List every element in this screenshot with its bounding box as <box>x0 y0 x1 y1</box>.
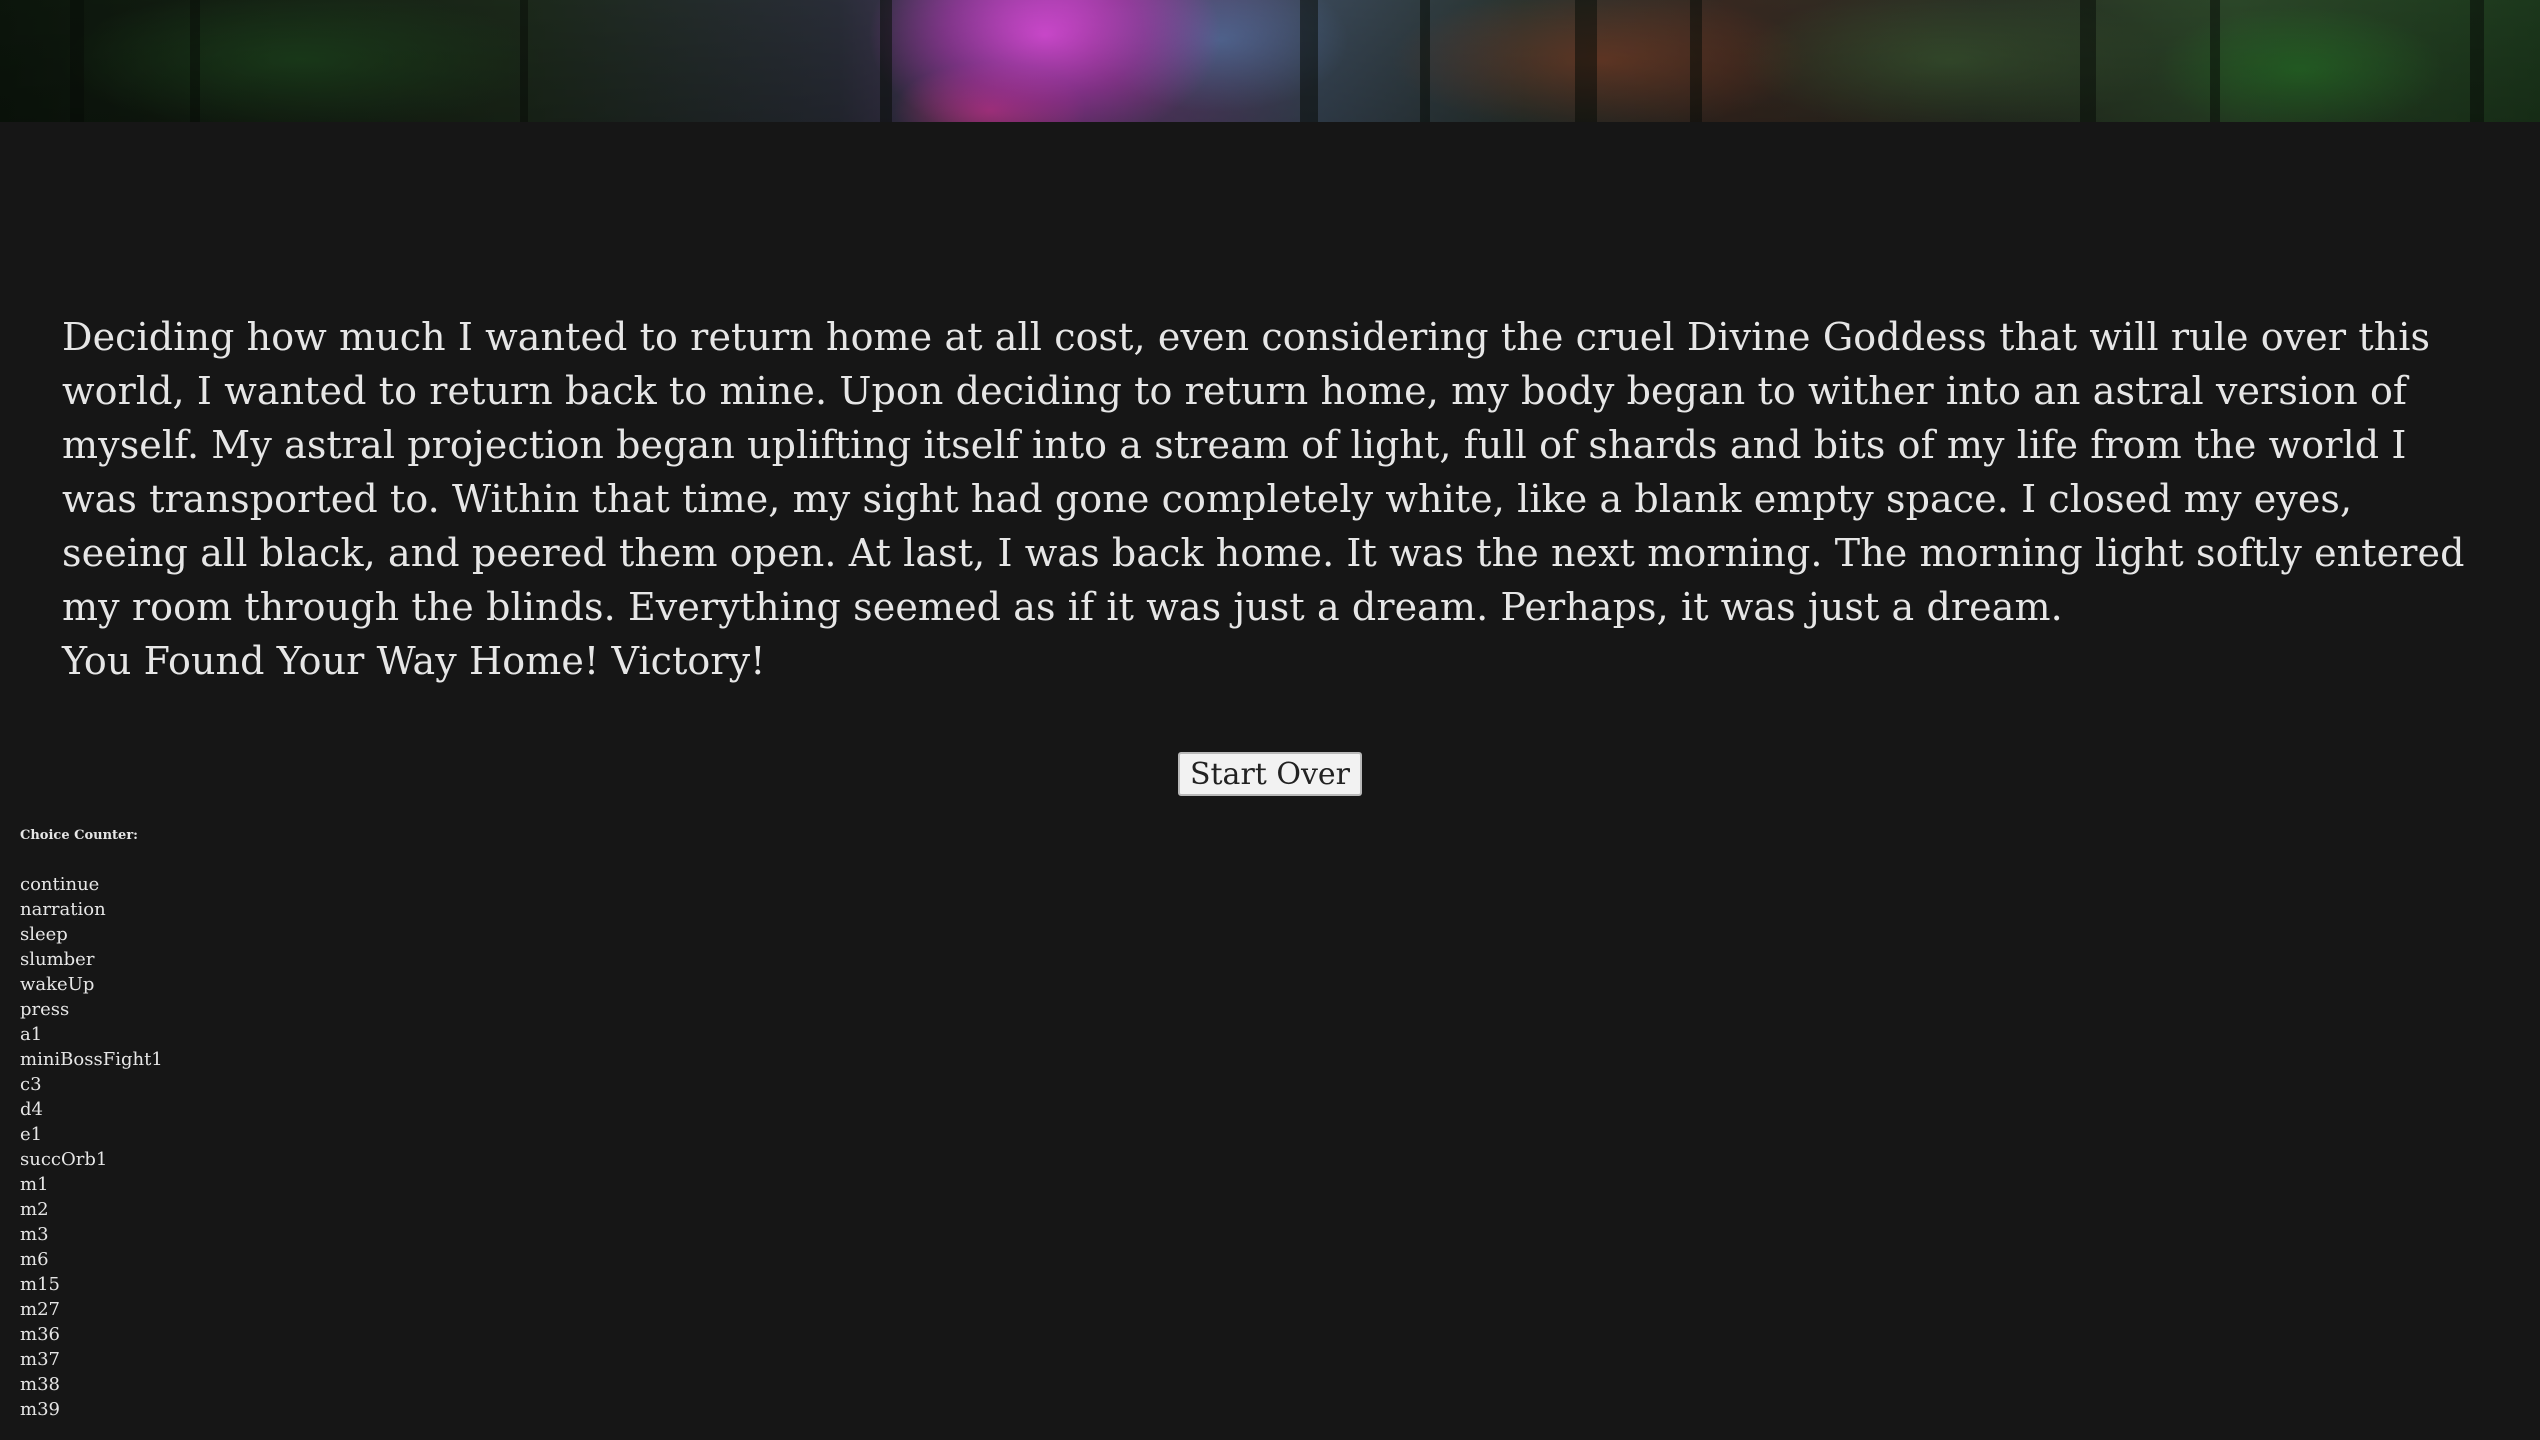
choice-item: m6 <box>20 1249 49 1270</box>
choice-item: e1 <box>20 1124 43 1145</box>
banner-image <box>0 0 2540 122</box>
choice-counter-list: continue narration sleep slumber wakeUp … <box>20 872 163 1422</box>
choice-counter-title: Choice Counter: <box>20 828 138 843</box>
choice-item: press <box>20 999 70 1020</box>
choice-item: slumber <box>20 949 95 970</box>
choice-item: c3 <box>20 1074 42 1095</box>
choice-item: miniBossFight1 <box>20 1049 163 1070</box>
choice-item: m36 <box>20 1324 60 1345</box>
choice-item: sleep <box>20 924 68 945</box>
story-paragraph: Deciding how much I wanted to return hom… <box>62 315 2465 629</box>
story-text: Deciding how much I wanted to return hom… <box>62 310 2482 688</box>
start-over-button[interactable]: Start Over <box>1177 752 1363 796</box>
choice-item: d4 <box>20 1099 43 1120</box>
choice-item: continue <box>20 874 100 895</box>
choice-item: wakeUp <box>20 974 95 995</box>
ending-message: You Found Your Way Home! Victory! <box>62 639 766 683</box>
choice-item: m39 <box>20 1399 60 1420</box>
choice-item: narration <box>20 899 106 920</box>
choice-item: m37 <box>20 1349 60 1370</box>
button-row: Start Over <box>0 752 2540 796</box>
choice-item: m1 <box>20 1174 49 1195</box>
choice-item: m3 <box>20 1224 49 1245</box>
choice-item: a1 <box>20 1024 43 1045</box>
choice-counter: Choice Counter: continue narration sleep… <box>20 826 163 1422</box>
choice-item: m27 <box>20 1299 60 1320</box>
choice-item: succOrb1 <box>20 1149 108 1170</box>
choice-item: m38 <box>20 1374 60 1395</box>
choice-item: m2 <box>20 1199 49 1220</box>
choice-item: m15 <box>20 1274 60 1295</box>
